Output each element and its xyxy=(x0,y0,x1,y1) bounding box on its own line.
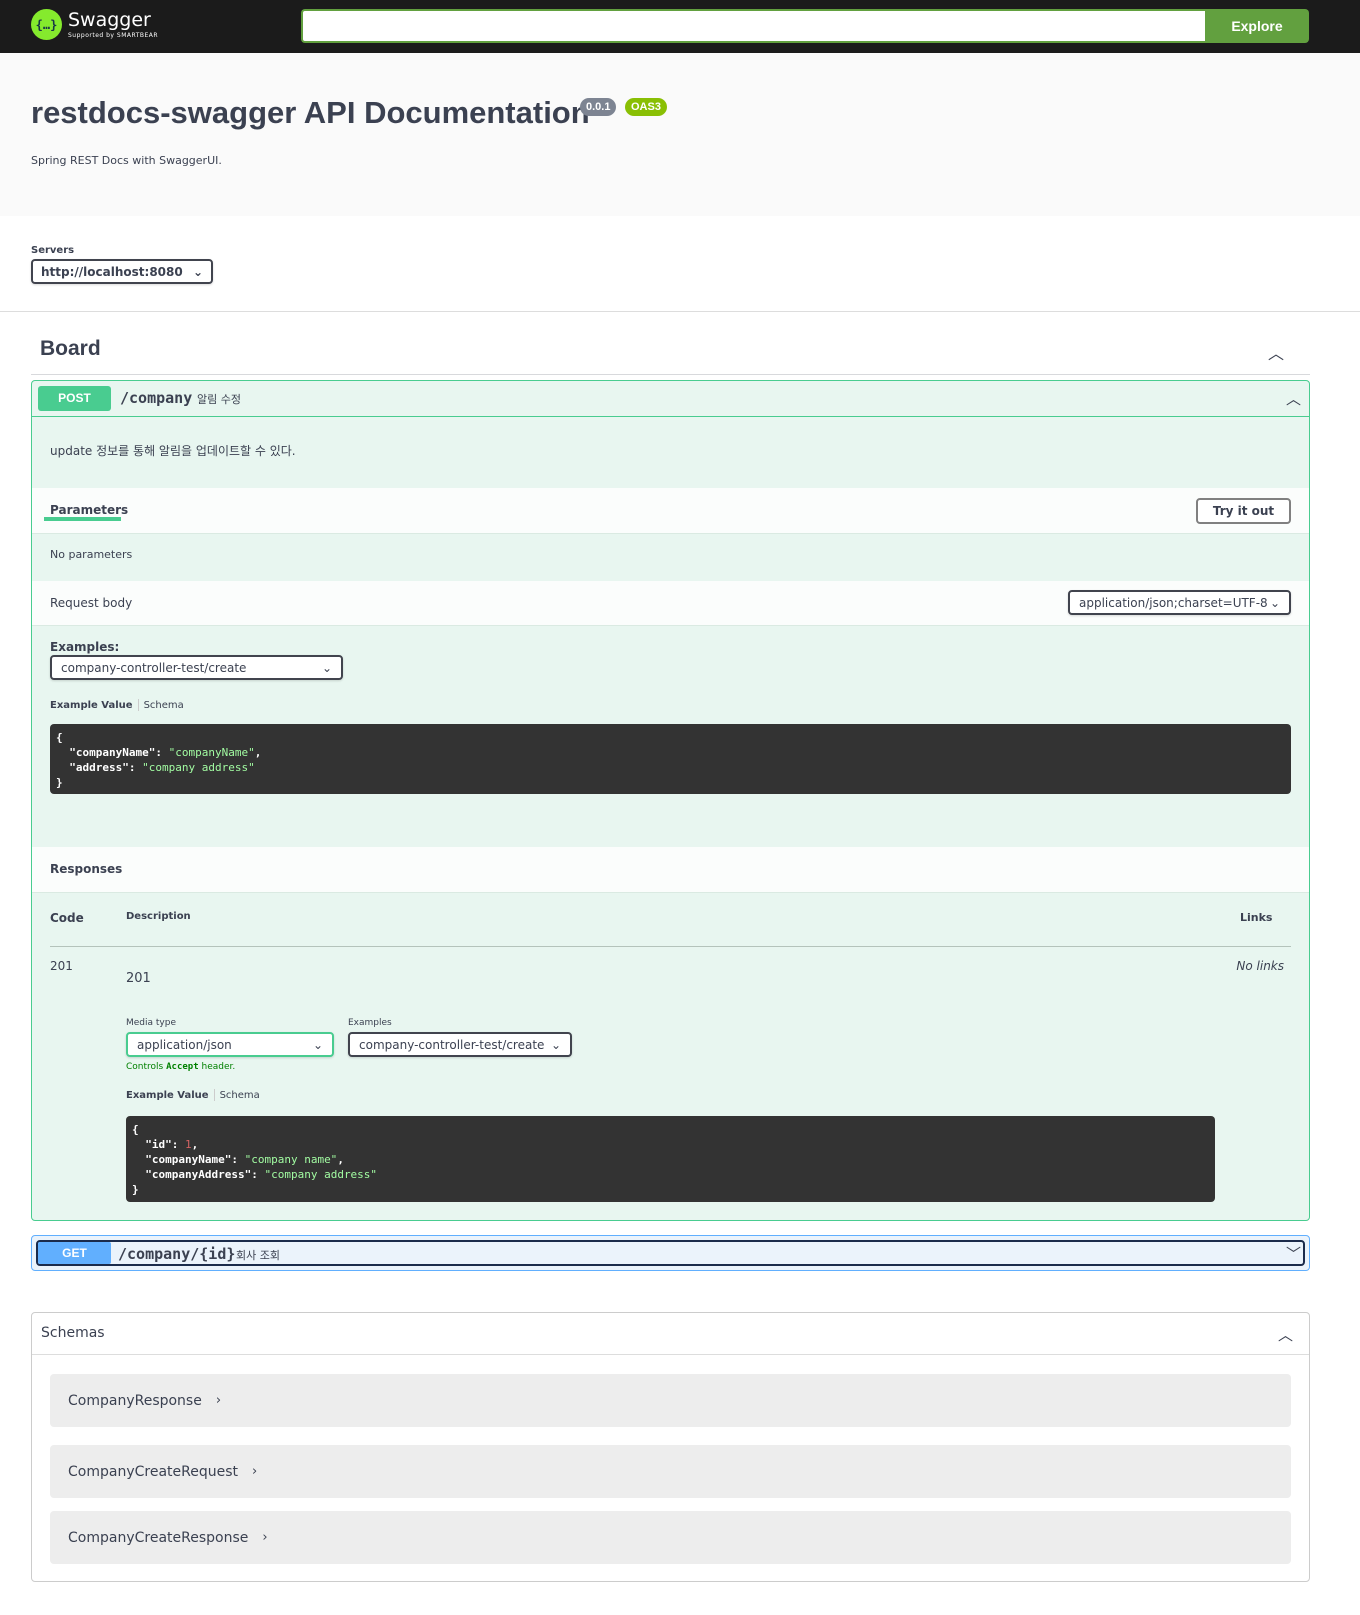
version-badge: 0.0.1 xyxy=(580,98,617,116)
chevron-right-icon: › xyxy=(215,1393,222,1408)
method-badge: GET xyxy=(38,1242,111,1264)
schema-name: CompanyCreateResponse xyxy=(68,1529,249,1546)
tab-schema[interactable]: Schema xyxy=(220,1090,260,1101)
swagger-logo-icon: {…} xyxy=(31,9,62,40)
tag-divider xyxy=(31,374,1310,375)
media-type-value: application/json xyxy=(137,1037,232,1052)
servers-label: Servers xyxy=(31,245,75,256)
examples-label: Examples: xyxy=(50,640,120,654)
tab-example-value[interactable]: Example Value xyxy=(50,700,133,711)
method-badge: POST xyxy=(38,386,111,411)
logo-text: Swagger Supported by SMARTBEAR xyxy=(68,8,159,39)
response-code: 201 xyxy=(50,959,73,973)
schema-item-company-create-request[interactable]: CompanyCreateRequest › xyxy=(50,1445,1291,1498)
topbar: {…} Swagger Supported by SMARTBEAR Explo… xyxy=(0,0,1360,53)
tab-separator xyxy=(137,699,139,711)
request-example-tabs: Example Value Schema xyxy=(50,699,184,711)
col-header-description: Description xyxy=(126,911,191,922)
chevron-down-icon: ⌄ xyxy=(321,660,332,675)
tab-underline xyxy=(44,517,121,521)
operation-path: /company xyxy=(120,389,193,407)
operation-description: update 정보를 통해 알림을 업데이트할 수 있다. xyxy=(50,444,296,458)
chevron-up-icon[interactable]: ︿ xyxy=(1278,1324,1293,1345)
logo-sub: Supported by SMARTBEAR xyxy=(68,31,159,39)
operation-summary-text: 알림 수정 xyxy=(197,393,241,406)
response-example-tabs: Example Value Schema xyxy=(126,1089,260,1101)
try-it-out-button[interactable]: Try it out xyxy=(1196,498,1291,524)
schemas-section: Schemas ︿ CompanyResponse › CompanyCreat… xyxy=(31,1312,1310,1582)
media-type-label: Media type xyxy=(126,1018,176,1028)
operation-summary[interactable]: GET /company/{id} 회사 조회 ﹀ xyxy=(36,1240,1305,1266)
operation-summary[interactable]: POST /company 알림 수정 ︿ xyxy=(32,381,1309,417)
schema-name: CompanyCreateRequest xyxy=(68,1463,238,1480)
schemas-header[interactable]: Schemas ︿ xyxy=(32,1313,1309,1355)
request-example-code: { "companyName": "companyName", "address… xyxy=(50,724,1291,794)
servers-select[interactable]: http://localhost:8080 ⌄ xyxy=(31,259,213,284)
examples-select[interactable]: company-controller-test/create ⌄ xyxy=(50,655,343,680)
get-company-operation[interactable]: GET /company/{id} 회사 조회 ﹀ xyxy=(31,1235,1310,1271)
schema-item-company-create-response[interactable]: CompanyCreateResponse › xyxy=(50,1511,1291,1564)
response-links: No links xyxy=(1236,959,1284,973)
divider xyxy=(0,311,1360,312)
info-section xyxy=(0,53,1360,216)
content-type-value: application/json;charset=UTF-8 xyxy=(1079,595,1268,610)
chevron-down-icon: ⌄ xyxy=(1269,595,1280,610)
no-parameters-text: No parameters xyxy=(50,548,133,561)
col-header-links: Links xyxy=(1240,911,1273,924)
tag-title[interactable]: Board xyxy=(40,337,101,361)
operation-summary-text: 회사 조회 xyxy=(236,1249,280,1262)
tab-schema[interactable]: Schema xyxy=(144,700,184,711)
chevron-down-icon: ⌄ xyxy=(550,1037,561,1052)
tab-example-value[interactable]: Example Value xyxy=(126,1090,209,1101)
response-example-code: { "id": 1, "companyName": "company name"… xyxy=(126,1116,1215,1202)
post-company-operation: POST /company 알림 수정 ︿ update 정보를 통해 알림을 … xyxy=(31,380,1310,1221)
explore-button[interactable]: Explore xyxy=(1205,9,1309,43)
request-body-label: Request body xyxy=(50,596,133,610)
chevron-right-icon: › xyxy=(252,1464,258,1479)
response-description: 201 xyxy=(126,971,151,986)
schemas-title: Schemas xyxy=(41,1325,105,1341)
servers-selected-value: http://localhost:8080 xyxy=(41,264,183,279)
response-examples-value: company-controller-test/create xyxy=(359,1037,545,1052)
schema-item-company-response[interactable]: CompanyResponse › xyxy=(50,1374,1291,1427)
responses-label: Responses xyxy=(50,862,123,876)
content-type-select[interactable]: application/json;charset=UTF-8 ⌄ xyxy=(1068,590,1291,615)
page-title: restdocs-swagger API Documentation xyxy=(31,95,590,130)
parameters-header xyxy=(32,488,1309,534)
chevron-up-icon[interactable]: ︿ xyxy=(1286,388,1301,409)
swagger-logo[interactable]: {…} Swagger Supported by SMARTBEAR xyxy=(31,9,158,40)
search-input[interactable] xyxy=(301,9,1206,43)
logo-name: Swagger xyxy=(68,8,151,31)
oas-badge: OAS3 xyxy=(625,98,667,116)
tab-parameters[interactable]: Parameters xyxy=(50,503,128,517)
response-examples-label: Examples xyxy=(348,1018,392,1028)
response-header-divider xyxy=(50,946,1291,947)
api-description: Spring REST Docs with SwaggerUI. xyxy=(31,154,222,167)
chevron-down-icon[interactable]: ﹀ xyxy=(1286,1243,1301,1264)
chevron-right-icon: › xyxy=(262,1530,268,1545)
col-header-code: Code xyxy=(50,911,84,925)
media-type-select[interactable]: application/json ⌄ xyxy=(126,1032,334,1057)
tab-separator xyxy=(213,1089,215,1101)
chevron-up-icon[interactable]: ︿ xyxy=(1268,340,1284,364)
examples-selected-value: company-controller-test/create xyxy=(61,660,247,675)
responses-header xyxy=(32,847,1309,893)
response-examples-select[interactable]: company-controller-test/create ⌄ xyxy=(348,1032,572,1057)
chevron-down-icon: ⌄ xyxy=(192,264,203,279)
chevron-down-icon: ⌄ xyxy=(312,1037,323,1052)
schema-name: CompanyResponse xyxy=(68,1392,202,1409)
operation-path: /company/{id} xyxy=(118,1245,236,1263)
controls-accept-note: Controls Accept header. xyxy=(126,1062,236,1072)
